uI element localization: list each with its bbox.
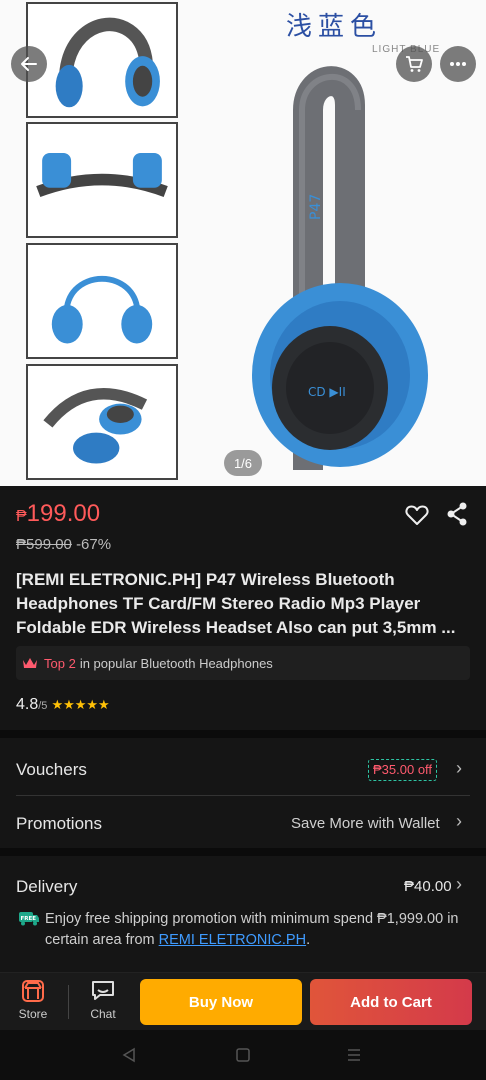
product-image-gallery[interactable]: CD ▶II P47 浅蓝色 LIGHT BLUE 1/6: [0, 0, 486, 486]
promotions-value[interactable]: Save More with Wallet: [291, 815, 440, 832]
rank-position: Top 2: [44, 655, 76, 671]
nav-home-icon[interactable]: [235, 1047, 251, 1063]
thumbnail-image-1[interactable]: [26, 2, 178, 118]
more-dots-icon: [450, 62, 466, 66]
rating-stars-icon: ★★★★★: [51, 697, 110, 712]
buy-now-button[interactable]: Buy Now: [140, 979, 302, 1025]
more-options-button[interactable]: [440, 46, 476, 82]
ranking-banner[interactable]: Top 2 in popular Bluetooth Headphones: [16, 646, 470, 680]
back-button[interactable]: [11, 46, 47, 82]
section-separator: [0, 848, 486, 856]
share-icon[interactable]: [446, 502, 468, 526]
original-price-row: ₱599.00 -67%: [16, 536, 111, 553]
image-page-indicator: 1/6: [224, 450, 262, 476]
price-value: 199.00: [26, 500, 101, 527]
wishlist-heart-icon[interactable]: [405, 504, 429, 526]
section-separator: [0, 730, 486, 738]
shop-link[interactable]: REMI ELETRONIC.PH: [159, 932, 306, 948]
cart-button[interactable]: [396, 46, 432, 82]
shipping-period: .: [306, 932, 311, 948]
android-navigation-bar: [0, 1030, 486, 1080]
chat-button[interactable]: Chat: [78, 979, 128, 1021]
rating-value: 4.8: [16, 696, 39, 713]
chat-label: Chat: [90, 1007, 116, 1021]
bar-divider: [68, 985, 69, 1019]
thumbnail-image-3[interactable]: [26, 243, 178, 359]
discount-percent: -67%: [76, 536, 112, 553]
add-to-cart-button[interactable]: Add to Cart: [310, 979, 472, 1025]
chat-icon: [92, 981, 114, 1000]
currency-symbol: ₱: [16, 508, 27, 525]
arrow-left-icon: [21, 57, 37, 71]
product-info-section: ₱199.00 ₱599.00 -67% [REMI ELETRONIC.PH]…: [0, 486, 486, 730]
nav-back-icon[interactable]: [121, 1047, 137, 1063]
promotions-label: Promotions: [16, 814, 102, 833]
thumbnail-image-4[interactable]: [26, 364, 178, 480]
delivery-chevron-icon[interactable]: ›: [456, 874, 462, 895]
bottom-action-bar: Store Chat Buy Now Add to Cart: [0, 972, 486, 1030]
rating-row[interactable]: 4.8 /5 ★★★★★: [16, 696, 110, 714]
original-price: ₱599.00: [16, 536, 72, 553]
free-shipping-text: Enjoy free shipping promotion with minim…: [45, 909, 475, 951]
svg-text:CD ▶II: CD ▶II: [308, 385, 346, 399]
delivery-price: ₱40.00: [404, 878, 452, 895]
svg-text:FREE: FREE: [21, 916, 37, 922]
vouchers-chevron-icon[interactable]: ›: [456, 758, 462, 779]
current-price: ₱199.00: [16, 500, 100, 528]
color-label-chinese: 浅蓝色: [286, 12, 383, 42]
voucher-tag[interactable]: ₱35.00 off: [368, 759, 438, 781]
store-label: Store: [18, 1007, 48, 1021]
cart-icon: [406, 56, 423, 72]
store-icon: [22, 980, 44, 1002]
store-button[interactable]: Store: [8, 979, 58, 1021]
thumbnail-image-2[interactable]: [26, 122, 178, 238]
vouchers-label: Vouchers: [16, 760, 87, 779]
product-title: [REMI ELETRONIC.PH] P47 Wireless Bluetoo…: [16, 570, 456, 637]
free-shipping-truck-icon: FREE: [19, 912, 39, 926]
rating-scale: /5: [38, 700, 48, 712]
rank-category: in popular Bluetooth Headphones: [79, 655, 273, 671]
promotions-chevron-icon[interactable]: ›: [456, 811, 462, 832]
delivery-label: Delivery: [16, 877, 78, 896]
svg-text:P47: P47: [308, 194, 324, 220]
crown-icon: [23, 658, 37, 668]
nav-recents-icon[interactable]: [346, 1047, 362, 1063]
